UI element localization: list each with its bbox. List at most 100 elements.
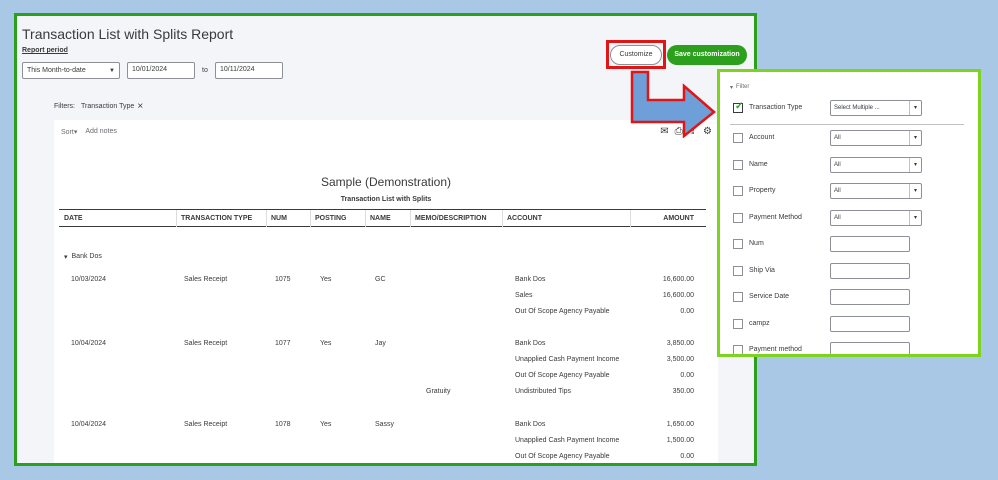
- cell-transaction-type: Sales Receipt: [184, 340, 228, 347]
- column-header-account[interactable]: ACCOUNT: [507, 215, 542, 222]
- cell-name: Sassy: [375, 421, 395, 428]
- close-icon[interactable]: ×: [137, 102, 143, 112]
- cell-amount: 3,500.00: [666, 356, 694, 363]
- filters-label: Filters:: [54, 103, 75, 110]
- column-header-transaction-type[interactable]: TRANSACTION TYPE: [181, 215, 252, 222]
- cell-name: GC: [375, 276, 386, 283]
- cell-name: Jay: [375, 340, 386, 347]
- column-header-num[interactable]: NUM: [271, 215, 287, 222]
- filter-checkbox-service-date[interactable]: [733, 292, 743, 302]
- table-row[interactable]: Out Of Scope Agency Payable 0.00: [59, 369, 706, 385]
- table-row[interactable]: 10/03/2024 Sales Receipt 1075 Yes GC Bank Dos…: [59, 273, 706, 289]
- column-header-posting[interactable]: POSTING: [315, 215, 347, 222]
- cell-num: 1075: [275, 276, 291, 283]
- filter-label: Payment method: [749, 346, 802, 353]
- filter-row-payment-method: Payment method: [730, 342, 970, 354]
- cell-posting: Yes: [320, 421, 332, 428]
- cell-date: 10/04/2024: [71, 421, 107, 428]
- save-customization-button[interactable]: Save customization: [667, 45, 747, 65]
- cell-amount: 0.00: [680, 453, 694, 460]
- filter-label: Transaction Type: [749, 104, 803, 111]
- table-row[interactable]: Unapplied Cash Payment Income 1,500.00: [59, 434, 706, 450]
- filter-input-campz[interactable]: [830, 316, 910, 332]
- filter-select-account[interactable]: All ▾: [830, 130, 922, 146]
- customize-button[interactable]: Customize: [610, 45, 662, 65]
- filter-checkbox-ship-via[interactable]: [733, 266, 743, 276]
- filter-row-payment-method: Payment Method All ▾: [730, 210, 970, 226]
- cell-amount: 0.00: [680, 308, 694, 315]
- add-notes-link[interactable]: Add notes: [85, 128, 117, 136]
- filter-label: Account: [749, 134, 775, 141]
- report-period-select[interactable]: This Month-to-date ▼: [22, 62, 120, 79]
- filter-label: Property: [749, 187, 776, 194]
- table-row[interactable]: 10/04/2024 Sales Receipt 1077 Yes Jay Bank Do…: [59, 337, 706, 353]
- filter-label: campz: [749, 320, 770, 327]
- filter-row-campz: campz: [730, 316, 970, 332]
- filter-section-header[interactable]: ▾ Filter: [730, 84, 749, 91]
- cell-amount: 350.00: [672, 388, 694, 395]
- table-row[interactable]: Unapplied Cash Payment Income 3,500.00: [59, 353, 706, 369]
- filter-select-value: Select Multiple ...: [834, 105, 880, 111]
- filter-checkbox-account[interactable]: [733, 133, 743, 143]
- chevron-down-icon: ▾: [909, 211, 921, 225]
- chevron-down-icon: ▾: [909, 101, 921, 115]
- report-paper: Sort▾ Add notes ✉ ⎙ ⇪ ⚙ Sample (Demonstr…: [54, 120, 718, 463]
- table-row[interactable]: 10/04/2024 Sales Receipt 1078 Yes Sassy Bank …: [59, 418, 706, 434]
- chevron-down-icon: ▼: [109, 67, 115, 74]
- filter-checkbox-property[interactable]: [733, 186, 743, 196]
- filter-row-property: Property All ▾: [730, 183, 970, 199]
- table-row[interactable]: Gratuity Undistributed Tips 350.00: [59, 385, 706, 401]
- filter-input-num[interactable]: [830, 236, 910, 252]
- filter-chip-transaction-type: Transaction Type ×: [81, 102, 143, 112]
- table-row[interactable]: Sales 16,600.00: [59, 289, 706, 305]
- filter-row-account: Account All ▾: [730, 130, 970, 146]
- company-name: Sample (Demonstration): [320, 175, 452, 189]
- column-header-memo[interactable]: MEMO/DESCRIPTION: [415, 215, 487, 222]
- sort-button[interactable]: Sort▾: [61, 128, 77, 136]
- filter-input-ship-via[interactable]: [830, 263, 910, 279]
- filter-checkbox-campz[interactable]: [733, 319, 743, 329]
- filter-label: Service Date: [749, 293, 790, 300]
- table-row[interactable]: Out Of Scope Agency Payable 0.00: [59, 450, 706, 463]
- to-label: to: [202, 67, 208, 74]
- filter-header-label: Filter: [736, 84, 750, 90]
- filter-select-payment-method[interactable]: All ▾: [830, 210, 922, 226]
- filter-checkbox-name[interactable]: [733, 160, 743, 170]
- cell-account: Sales: [515, 292, 533, 299]
- sort-label: Sort: [61, 129, 74, 136]
- filter-checkbox-payment-method[interactable]: [733, 213, 743, 223]
- group-header-bank-dos[interactable]: ▾ Bank Dos: [64, 253, 102, 261]
- filter-label: Name: [749, 161, 768, 168]
- filter-checkbox-transaction-type[interactable]: ✓: [733, 101, 743, 113]
- column-header-name[interactable]: NAME: [370, 215, 391, 222]
- cell-transaction-type: Sales Receipt: [184, 421, 228, 428]
- filter-select-transaction-type[interactable]: Select Multiple ... ▾: [830, 100, 922, 116]
- filter-input-service-date[interactable]: [830, 289, 910, 305]
- column-header-date[interactable]: DATE: [64, 215, 83, 222]
- filter-select-property[interactable]: All ▾: [830, 183, 922, 199]
- cell-amount: 1,500.00: [666, 437, 694, 444]
- column-header-amount[interactable]: AMOUNT: [663, 215, 694, 222]
- table-row[interactable]: Out Of Scope Agency Payable 0.00: [59, 305, 706, 321]
- filter-checkbox-payment-method[interactable]: [733, 345, 743, 354]
- filter-select-value: All: [834, 162, 841, 168]
- divider: [730, 124, 964, 125]
- filter-select-value: All: [834, 135, 841, 141]
- filter-checkbox-num[interactable]: [733, 239, 743, 249]
- chevron-down-icon: ▾: [909, 184, 921, 198]
- cell-date: 10/03/2024: [71, 276, 107, 283]
- report-subtitle: Transaction List with Splits: [340, 196, 432, 203]
- cell-posting: Yes: [320, 276, 332, 283]
- date-from-input[interactable]: 10/01/2024: [127, 62, 195, 79]
- chevron-down-icon: ▾: [909, 158, 921, 172]
- cell-account: Unapplied Cash Payment Income: [515, 437, 620, 444]
- filters-bar: Filters: Transaction Type ×: [54, 102, 143, 112]
- cell-account: Bank Dos: [515, 340, 546, 347]
- filter-select-name[interactable]: All ▾: [830, 157, 922, 173]
- cell-num: 1078: [275, 421, 291, 428]
- date-to-input[interactable]: 10/11/2024: [215, 62, 283, 79]
- filter-row-num: Num: [730, 236, 970, 252]
- filter-input-payment-method[interactable]: [830, 342, 910, 354]
- filter-row-ship-via: Ship Via: [730, 263, 970, 279]
- filter-label: Ship Via: [749, 267, 775, 274]
